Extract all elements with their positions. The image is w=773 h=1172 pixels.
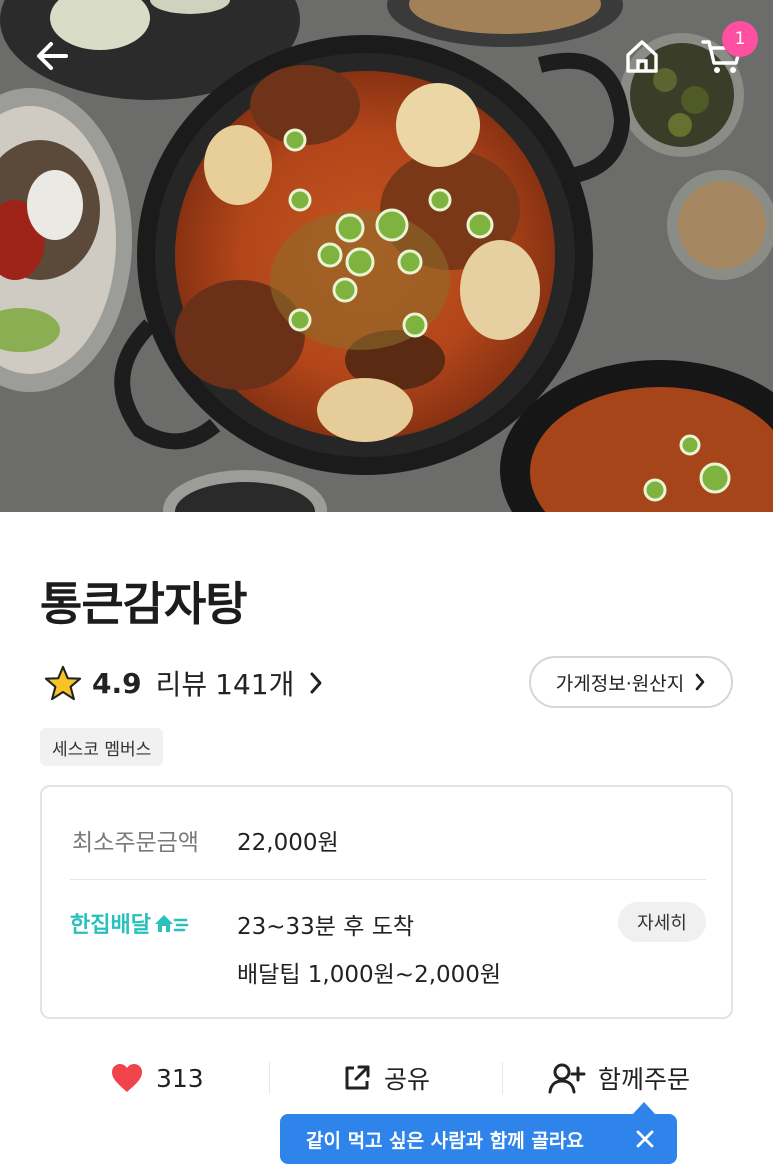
chevron-right-icon <box>310 672 322 694</box>
together-order-button[interactable]: 함께주문 <box>548 1050 690 1106</box>
like-count: 313 <box>156 1063 204 1093</box>
tooltip-text: 같이 먹고 싶은 사람과 함께 골라요 <box>306 1129 584 1152</box>
delivery-type-label: 한집배달 <box>70 913 151 938</box>
delivery-type: 한집배달 <box>70 907 189 939</box>
member-tag: 세스코 멤버스 <box>40 728 164 766</box>
share-button[interactable]: 공유 <box>342 1050 430 1106</box>
review-count: 141개 <box>215 668 295 701</box>
share-icon <box>345 1065 370 1090</box>
share-label: 공유 <box>384 1065 431 1094</box>
home-icon <box>626 40 658 73</box>
heart-icon <box>112 1064 142 1092</box>
chevron-right-icon <box>695 673 705 691</box>
together-order-label: 함께주문 <box>598 1065 691 1094</box>
action-divider <box>269 1062 270 1094</box>
together-order-tooltip[interactable]: 같이 먹고 싶은 사람과 함께 골라요 <box>280 1114 677 1164</box>
cart-count-badge: 1 <box>722 21 758 57</box>
back-arrow-icon <box>37 42 68 70</box>
delivery-house-icon <box>154 915 189 932</box>
delivery-detail-button[interactable]: 자세히 <box>618 902 706 942</box>
min-order-value: 22,000원 <box>237 830 339 856</box>
action-row: 313 공유 함께주문 <box>40 1050 733 1106</box>
review-label: 리뷰 <box>155 668 208 701</box>
close-icon[interactable] <box>633 1127 657 1151</box>
like-button[interactable]: 313 <box>110 1050 204 1106</box>
delivery-time: 23~33분 후 도착 <box>237 914 415 940</box>
store-name: 통큰감자탕 <box>40 577 248 631</box>
home-button[interactable] <box>618 32 666 80</box>
star-icon <box>44 665 82 701</box>
store-info-label: 가게정보·원산지 <box>555 672 685 695</box>
min-order-label: 최소주문금액 <box>72 830 199 856</box>
delivery-tip: 배달팁 1,000원~2,000원 <box>237 962 502 988</box>
card-divider <box>70 879 706 880</box>
rating-row[interactable]: 4.9 리뷰 141개 <box>44 660 324 706</box>
store-info-button[interactable]: 가게정보·원산지 <box>529 656 733 708</box>
rating-score: 4.9 <box>92 666 142 700</box>
back-button[interactable] <box>28 32 76 80</box>
action-divider <box>502 1062 503 1094</box>
order-info-card: 최소주문금액 22,000원 한집배달 23~33분 후 도착 배달팁 1,00… <box>40 785 733 1019</box>
add-person-icon <box>548 1063 586 1094</box>
